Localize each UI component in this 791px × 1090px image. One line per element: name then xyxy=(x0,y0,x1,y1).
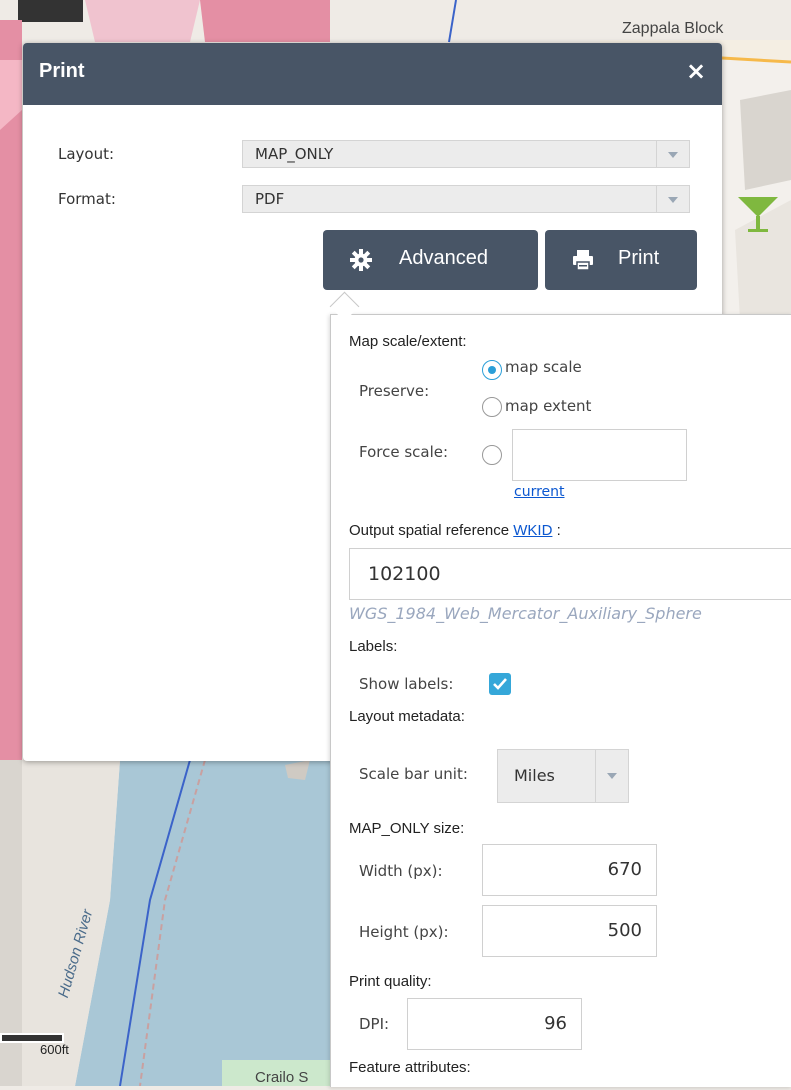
output-spatial-reference-label: Output spatial reference xyxy=(349,522,510,539)
advanced-button[interactable]: Advanced xyxy=(323,230,538,290)
dpi-label: DPI: xyxy=(359,1015,390,1033)
scale-bar-unit-dropdown-toggle[interactable] xyxy=(595,750,628,802)
chevron-down-icon xyxy=(607,773,617,779)
check-icon xyxy=(493,678,507,690)
scale-bar-unit-value: Miles xyxy=(514,766,555,785)
format-row: Format: PDF xyxy=(58,185,698,215)
wkid-link[interactable]: WKID xyxy=(513,522,552,539)
output-spatial-reference-colon: : xyxy=(556,522,561,539)
format-select[interactable]: PDF xyxy=(242,185,690,213)
show-labels-checkbox[interactable] xyxy=(489,673,511,695)
height-label: Height (px): xyxy=(359,923,449,941)
print-button[interactable]: Print xyxy=(545,230,697,290)
preserve-map-extent-label[interactable]: map extent xyxy=(505,397,591,415)
preserve-map-extent-radio[interactable] xyxy=(482,397,502,417)
width-input-value: 670 xyxy=(607,859,642,880)
preserve-map-scale-label[interactable]: map scale xyxy=(505,358,582,376)
chevron-down-icon xyxy=(668,197,678,203)
preserve-label: Preserve: xyxy=(359,382,430,400)
wkid-input-value: 102100 xyxy=(368,563,441,585)
map-only-size-heading: MAP_ONLY size: xyxy=(349,820,465,837)
dialog-header[interactable]: Print × xyxy=(23,43,722,105)
chevron-down-icon xyxy=(668,152,678,158)
layout-row: Layout: MAP_ONLY xyxy=(58,140,698,170)
layout-select[interactable]: MAP_ONLY xyxy=(242,140,690,168)
wkid-description: WGS_1984_Web_Mercator_Auxiliary_Sphere xyxy=(349,604,702,623)
show-labels-label: Show labels: xyxy=(359,675,454,693)
map-scale-extent-heading: Map scale/extent: xyxy=(349,333,467,350)
labels-heading: Labels: xyxy=(349,638,398,655)
map-label-zappala-block: Zappala Block xyxy=(622,20,724,37)
advanced-button-label: Advanced xyxy=(399,247,488,269)
layout-dropdown-toggle[interactable] xyxy=(656,141,689,167)
dialog-title: Print xyxy=(39,60,85,82)
feature-attributes-heading: Feature attributes: xyxy=(349,1059,471,1076)
close-icon[interactable]: × xyxy=(684,59,708,83)
width-input[interactable]: 670 xyxy=(482,844,657,896)
printer-icon xyxy=(573,250,593,271)
format-dropdown-toggle[interactable] xyxy=(656,186,689,212)
map-scale-bar: 600ft xyxy=(0,1028,70,1057)
layout-label: Layout: xyxy=(58,145,115,163)
print-button-label: Print xyxy=(618,247,660,269)
map-label-crailo: Crailo S xyxy=(255,1069,309,1086)
preserve-map-scale-radio[interactable] xyxy=(482,360,502,380)
wkid-input[interactable]: 102100 xyxy=(349,548,791,600)
dpi-input-value: 96 xyxy=(544,1013,567,1034)
format-label: Format: xyxy=(58,190,116,208)
advanced-options-panel: Map scale/extent: Preserve: map scale ma… xyxy=(330,314,791,1087)
scale-bar-unit-select[interactable]: Miles xyxy=(497,749,629,803)
scale-bar-unit-label: Scale bar unit: xyxy=(359,765,468,783)
print-quality-heading: Print quality: xyxy=(349,973,432,990)
width-label: Width (px): xyxy=(359,862,443,880)
force-scale-radio[interactable] xyxy=(482,445,502,465)
force-scale-label: Force scale: xyxy=(359,443,449,461)
force-scale-input[interactable] xyxy=(512,429,687,481)
layout-select-value: MAP_ONLY xyxy=(255,145,334,163)
gear-icon xyxy=(350,249,372,271)
scale-bar-label: 600ft xyxy=(40,1042,69,1057)
layout-metadata-heading: Layout metadata: xyxy=(349,708,465,725)
dpi-input[interactable]: 96 xyxy=(407,998,582,1050)
height-input-value: 500 xyxy=(607,920,642,941)
current-scale-link[interactable]: current xyxy=(514,484,565,500)
height-input[interactable]: 500 xyxy=(482,905,657,957)
output-spatial-reference-heading: Output spatial reference WKID : xyxy=(349,522,561,539)
format-select-value: PDF xyxy=(255,190,285,208)
